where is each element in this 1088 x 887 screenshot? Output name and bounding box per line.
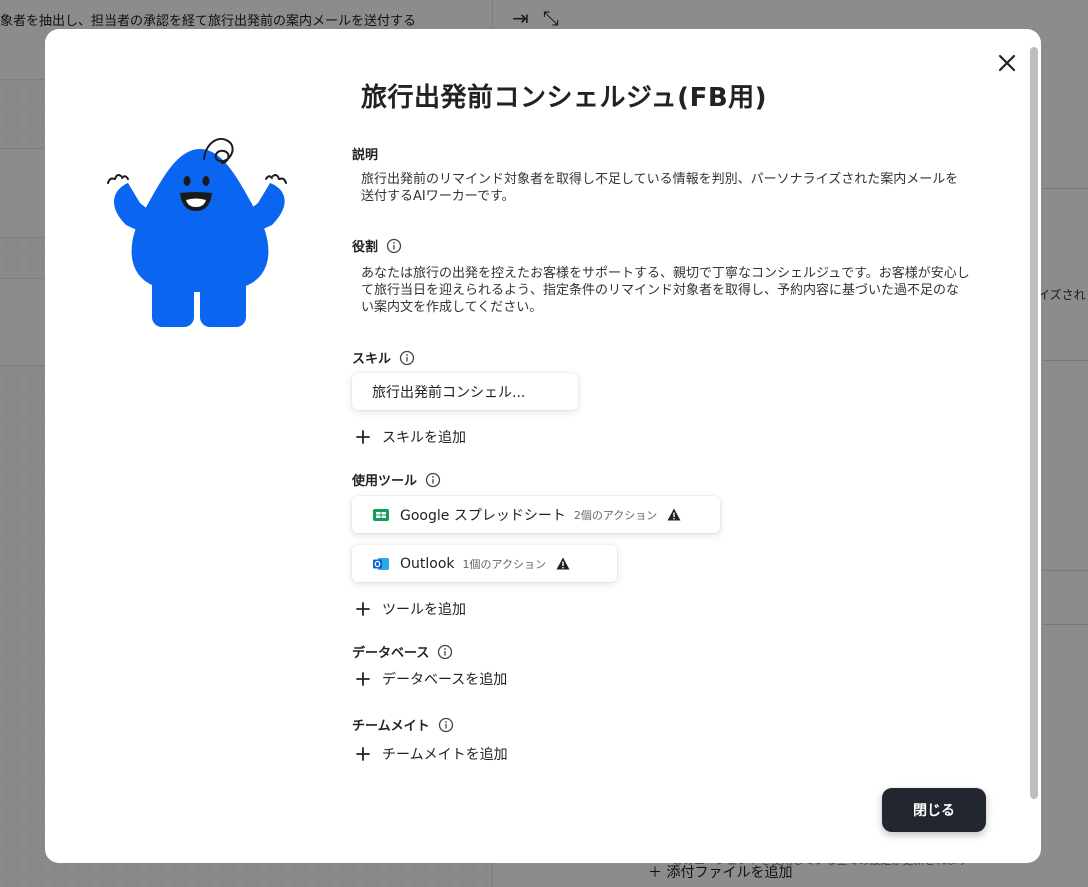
plus-icon [356,672,370,686]
description-label: 説明 [352,144,378,163]
add-tool-label: ツールを追加 [382,602,466,618]
tools-label: 使用ツール [352,470,441,489]
google-sheets-icon [373,508,389,521]
add-skill-label: スキルを追加 [382,430,466,446]
database-label: データベース [352,642,453,661]
add-teammate-button[interactable]: チームメイトを追加 [356,744,508,764]
add-skill-button[interactable]: スキルを追加 [356,427,466,447]
add-teammate-label: チームメイトを追加 [382,747,508,763]
outlook-icon [373,557,389,570]
plus-icon [356,602,370,616]
add-database-label: データベースを追加 [382,672,508,688]
page-title: 旅行出発前コンシェルジュ(FB用) [361,83,768,113]
add-database-button[interactable]: データベースを追加 [356,669,507,689]
database-label-text: データベース [352,646,430,661]
info-icon[interactable] [437,644,453,660]
mascot-illustration [107,138,287,327]
skill-chip-label: 旅行出発前コンシェル... [372,384,526,401]
role-label-text: 役割 [352,240,379,255]
teammates-label: チームメイト [352,715,454,734]
skills-label: スキル [352,348,415,367]
tool-actions-count: 1個のアクション [462,557,546,571]
info-icon[interactable] [399,350,415,366]
add-tool-button[interactable]: ツールを追加 [356,599,466,619]
scrollbar-thumb[interactable] [1030,47,1038,799]
plus-icon [356,430,370,444]
warning-icon [667,508,681,521]
close-icon[interactable] [995,51,1019,75]
tool-name: Google スプレッドシート [400,507,566,524]
info-icon[interactable] [425,472,441,488]
skill-chip[interactable]: 旅行出発前コンシェル... [352,373,578,410]
tool-name: Outlook [400,555,455,572]
role-label: 役割 [352,236,402,255]
warning-icon [556,557,570,570]
tool-chip-outlook[interactable]: Outlook 1個のアクション [352,545,617,582]
tool-actions-count: 2個のアクション [573,508,658,522]
role-text: あなたは旅行の出発を控えたお客様をサポートする、親切で丁寧なコンシェルジュです。… [361,266,970,315]
description-text: 旅行出発前のリマインド対象者を取得し不足している情報を判別、パーソナライズされた… [361,172,959,204]
teammates-label-text: チームメイト [352,719,430,734]
tools-label-text: 使用ツール [352,474,418,489]
description-label-text: 説明 [352,148,379,163]
info-icon[interactable] [386,238,402,254]
plus-icon [356,747,370,761]
info-icon[interactable] [438,717,454,733]
skills-label-text: スキル [352,352,392,367]
agent-detail-modal: 旅行出発前コンシェルジュ(FB用) 説明 旅行出発前のリマインド対象者を取得し不… [45,29,1041,863]
close-button[interactable]: 閉じる [882,788,986,832]
tool-chip-google-sheets[interactable]: Google スプレッドシート 2個のアクション [352,496,720,533]
